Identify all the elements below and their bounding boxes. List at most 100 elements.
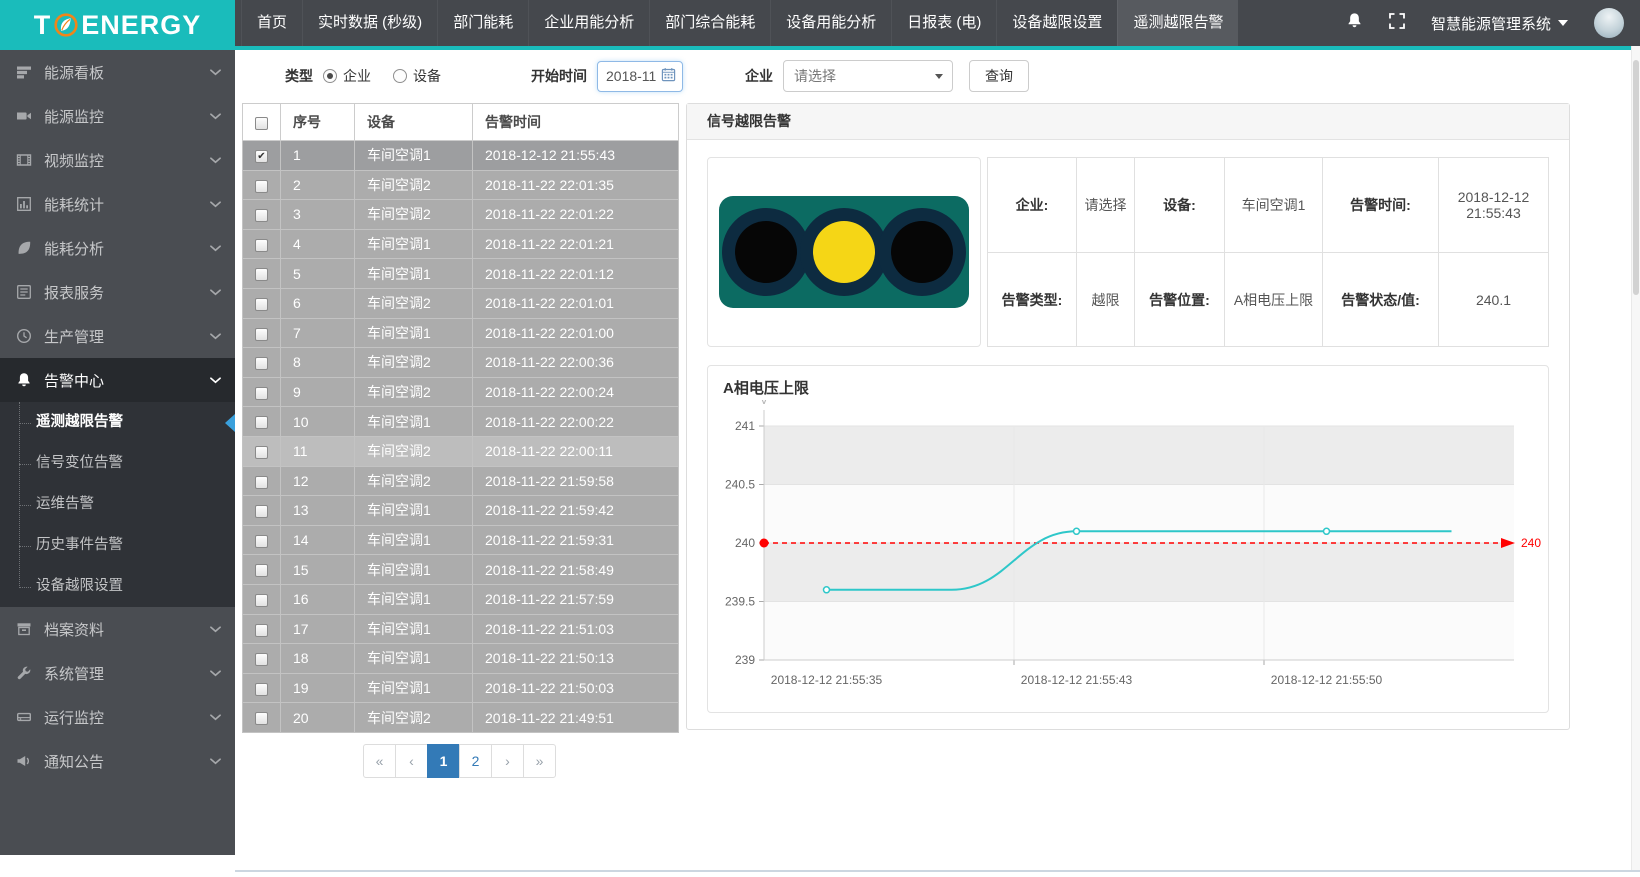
avatar[interactable] [1594,8,1624,38]
detail-field-value: 车间空调1 [1224,158,1322,252]
table-row[interactable]: 17车间空调12018-11-22 21:51:03 [243,614,679,644]
row-checkbox[interactable] [255,712,268,725]
enterprise-select[interactable]: 请选择 [783,60,953,92]
row-checkbox[interactable] [255,653,268,666]
row-checkbox[interactable] [255,209,268,222]
nav-item[interactable]: 设备越限设置 [996,0,1117,46]
row-checkbox[interactable] [255,298,268,311]
horizontal-scrollbar[interactable] [235,870,1640,872]
sidebar-item[interactable]: 告警中心 [0,358,235,402]
system-title-menu[interactable]: 智慧能源管理系统 [1431,13,1568,34]
radio-enterprise-label: 企业 [343,66,371,86]
page-button[interactable]: 2 [459,744,492,778]
table-row[interactable]: 6车间空调22018-11-22 22:01:01 [243,288,679,318]
page-button[interactable]: « [363,744,396,778]
page-button[interactable]: ‹ [395,744,428,778]
chevron-down-icon [210,377,221,384]
notification-bell-icon[interactable] [1346,12,1363,34]
enterprise-label: 企业 [745,66,773,86]
cell-time: 2018-11-22 21:57:59 [473,584,679,614]
table-row[interactable]: 4车间空调12018-11-22 22:01:21 [243,229,679,259]
table-row[interactable]: 11车间空调22018-11-22 22:00:11 [243,436,679,466]
cell-time: 2018-11-22 22:01:00 [473,318,679,348]
sidebar-item[interactable]: 档案资料 [0,607,235,651]
table-row[interactable]: ✔1车间空调12018-12-12 21:55:43 [243,141,679,171]
clock-icon [16,328,32,344]
sidebar-subitem[interactable]: 运维告警 [0,484,235,525]
row-checkbox[interactable] [255,624,268,637]
radio-device-control[interactable] [393,69,407,83]
sidebar-subitem[interactable]: 信号变位告警 [0,443,235,484]
table-row[interactable]: 7车间空调12018-11-22 22:01:00 [243,318,679,348]
radio-enterprise-control[interactable] [323,69,337,83]
nav-item[interactable]: 实时数据 (秒级) [302,0,437,46]
table-row[interactable]: 20车间空调22018-11-22 21:49:51 [243,703,679,733]
page-button-active[interactable]: 1 [427,744,460,778]
table-row[interactable]: 12车间空调22018-11-22 21:59:58 [243,466,679,496]
sidebar-item[interactable]: 通知公告 [0,739,235,783]
table-row[interactable]: 3车间空调22018-11-22 22:01:22 [243,200,679,230]
row-checkbox[interactable] [255,535,268,548]
sidebar-item[interactable]: 报表服务 [0,270,235,314]
sidebar: 能源看板能源监控视频监控能耗统计能耗分析报表服务生产管理告警中心遥测越限告警信号… [0,50,235,855]
calendar-icon[interactable] [661,67,676,85]
nav-item[interactable]: 企业用能分析 [528,0,649,46]
radio-device[interactable]: 设备 [393,66,441,86]
table-row[interactable]: 8车间空调22018-11-22 22:00:36 [243,348,679,378]
row-checkbox[interactable] [255,683,268,696]
nav-item[interactable]: 日报表 (电) [891,0,996,46]
row-checkbox[interactable] [255,180,268,193]
cell-time: 2018-11-22 22:01:12 [473,259,679,289]
sidebar-item[interactable]: 运行监控 [0,695,235,739]
nav-item[interactable]: 部门能耗 [437,0,528,46]
row-checkbox[interactable] [255,594,268,607]
table-row[interactable]: 9车间空调22018-11-22 22:00:24 [243,377,679,407]
sidebar-subitem[interactable]: 遥测越限告警 [0,402,235,443]
sidebar-item[interactable]: 系统管理 [0,651,235,695]
row-checkbox[interactable] [255,268,268,281]
camera-icon [16,108,32,124]
sidebar-item[interactable]: 能耗统计 [0,182,235,226]
search-button[interactable]: 查询 [969,60,1029,92]
table-row[interactable]: 14车间空调12018-11-22 21:59:31 [243,525,679,555]
nav-item[interactable]: 首页 [241,0,302,46]
row-checkbox[interactable] [255,476,268,489]
nav-item[interactable]: 遥测越限告警 [1117,0,1238,46]
row-checkbox[interactable] [255,239,268,252]
sidebar-item[interactable]: 生产管理 [0,314,235,358]
table-row[interactable]: 5车间空调12018-11-22 22:01:12 [243,259,679,289]
select-all-checkbox[interactable] [255,117,268,130]
row-checkbox[interactable] [255,328,268,341]
start-time-input[interactable]: 2018-11 [597,61,683,92]
table-row[interactable]: 10车间空调12018-11-22 22:00:22 [243,407,679,437]
page-button[interactable]: › [491,744,524,778]
sidebar-item[interactable]: 能源看板 [0,50,235,94]
cell-index: 3 [281,200,355,230]
fullscreen-icon[interactable] [1389,13,1405,34]
sidebar-item[interactable]: 能耗分析 [0,226,235,270]
table-row[interactable]: 18车间空调12018-11-22 21:50:13 [243,644,679,674]
sidebar-item[interactable]: 能源监控 [0,94,235,138]
row-checkbox[interactable] [255,416,268,429]
vertical-scrollbar-thumb[interactable] [1633,60,1639,295]
nav-item[interactable]: 设备用能分析 [770,0,891,46]
row-checkbox[interactable] [255,505,268,518]
row-checkbox[interactable] [255,564,268,577]
vertical-scrollbar[interactable] [1631,46,1640,870]
row-checkbox[interactable] [255,387,268,400]
table-row[interactable]: 15车间空调12018-11-22 21:58:49 [243,555,679,585]
row-checkbox[interactable] [255,357,268,370]
page-button[interactable]: » [523,744,556,778]
radio-enterprise[interactable]: 企业 [323,66,371,86]
table-row[interactable]: 2车间空调22018-11-22 22:01:35 [243,170,679,200]
table-row[interactable]: 16车间空调12018-11-22 21:57:59 [243,584,679,614]
sidebar-subitem[interactable]: 设备越限设置 [0,566,235,607]
row-checkbox[interactable]: ✔ [255,150,268,163]
row-checkbox[interactable] [255,446,268,459]
sidebar-item[interactable]: 视频监控 [0,138,235,182]
nav-item[interactable]: 部门综合能耗 [649,0,770,46]
cell-index: 17 [281,614,355,644]
sidebar-subitem[interactable]: 历史事件告警 [0,525,235,566]
table-row[interactable]: 13车间空调12018-11-22 21:59:42 [243,496,679,526]
table-row[interactable]: 19车间空调12018-11-22 21:50:03 [243,673,679,703]
